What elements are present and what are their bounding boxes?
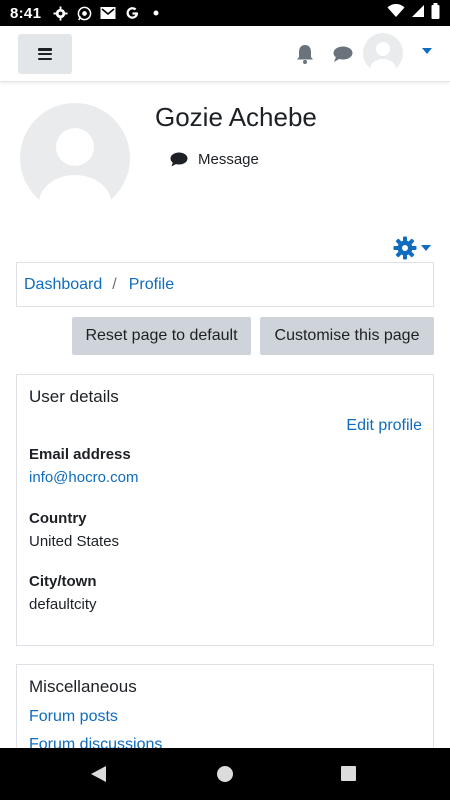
- page-settings-menu[interactable]: [393, 236, 431, 260]
- profile-picture: [20, 103, 130, 213]
- email-value[interactable]: info@hocro.com: [29, 469, 138, 486]
- menu-toggle-button[interactable]: [18, 34, 72, 74]
- user-details-card: User details Edit profile Email address …: [16, 374, 434, 646]
- back-icon[interactable]: [91, 766, 106, 782]
- wifi-icon: [387, 3, 405, 22]
- forum-posts-link[interactable]: Forum posts: [29, 708, 118, 726]
- country-value: United States: [29, 533, 120, 550]
- edit-profile-link[interactable]: Edit profile: [346, 417, 422, 435]
- message-label: Message: [198, 151, 259, 168]
- breadcrumb-dashboard[interactable]: Dashboard: [24, 276, 102, 294]
- email-label: Email address: [29, 446, 131, 463]
- home-icon[interactable]: [217, 766, 233, 782]
- customise-page-button[interactable]: Customise this page: [260, 317, 434, 355]
- signal-icon: [411, 4, 425, 22]
- city-label: City/town: [29, 573, 97, 590]
- whatsapp-icon: [75, 4, 93, 22]
- google-icon: [123, 4, 141, 22]
- user-details-title: User details: [29, 387, 119, 406]
- mail-icon: [99, 4, 117, 22]
- gear-icon: [393, 236, 417, 260]
- city-value: defaultcity: [29, 596, 97, 613]
- app-header: [0, 26, 450, 82]
- chevron-down-icon[interactable]: [422, 48, 432, 54]
- status-time: 8:41: [10, 4, 42, 22]
- system-nav-bar: [0, 748, 450, 800]
- country-label: Country: [29, 510, 87, 527]
- profile-name: Gozie Achebe: [155, 102, 317, 132]
- message-button[interactable]: Message: [170, 151, 259, 168]
- status-right-icons: [387, 3, 440, 23]
- breadcrumb-separator: /: [112, 275, 117, 293]
- miscellaneous-title: Miscellaneous: [29, 677, 137, 696]
- bell-icon[interactable]: [296, 44, 314, 64]
- user-avatar[interactable]: [363, 33, 403, 73]
- recent-apps-icon[interactable]: [341, 766, 356, 781]
- status-bar: 8:41: [0, 0, 450, 26]
- breadcrumb: Dashboard / Profile: [16, 262, 434, 307]
- breadcrumb-profile[interactable]: Profile: [129, 276, 174, 294]
- gear-chevron-down-icon: [421, 245, 431, 251]
- hamburger-icon: [38, 48, 52, 60]
- chat-icon[interactable]: [332, 45, 354, 63]
- settings-icon: [51, 4, 69, 22]
- battery-icon: [431, 3, 440, 23]
- dot-icon: [147, 4, 165, 22]
- message-icon: [170, 152, 188, 167]
- reset-page-button[interactable]: Reset page to default: [72, 317, 251, 355]
